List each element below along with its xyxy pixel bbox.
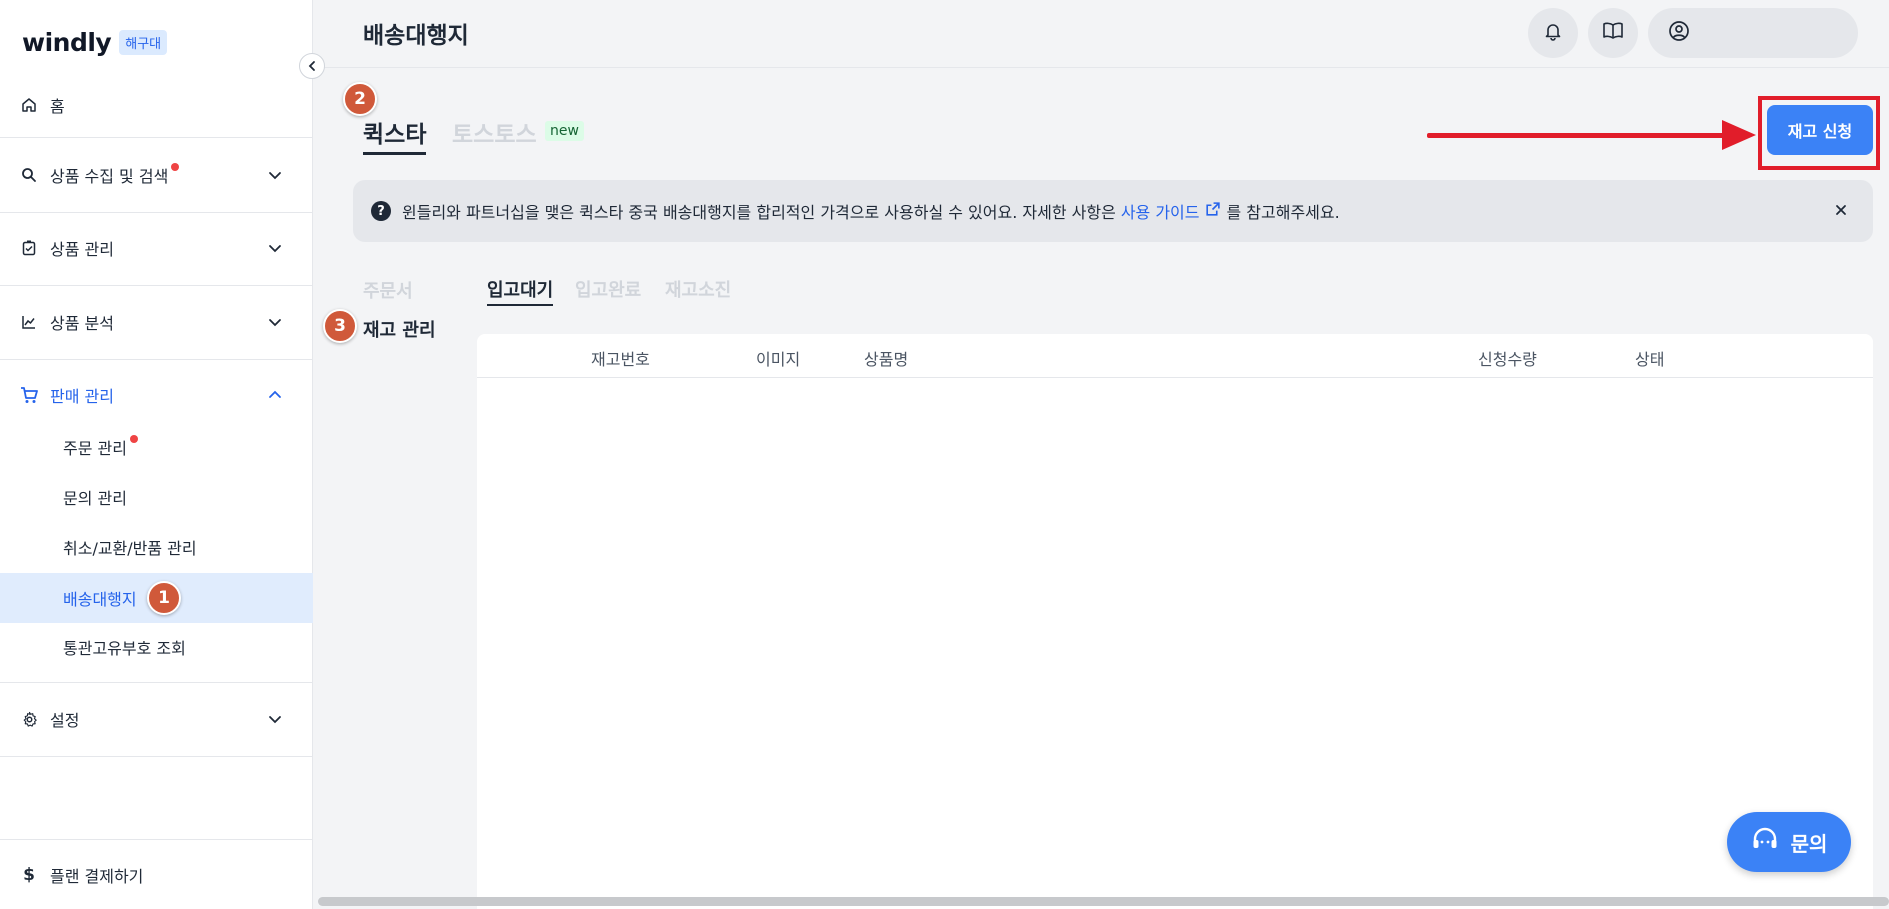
close-icon bbox=[1835, 201, 1847, 220]
chart-line-icon bbox=[20, 313, 38, 331]
divider bbox=[0, 137, 313, 138]
divider bbox=[0, 839, 313, 840]
column-header: 재고번호 bbox=[591, 350, 650, 369]
sidebar-item-product-analysis[interactable]: 상품 분석 bbox=[0, 307, 313, 337]
external-link-icon bbox=[1204, 201, 1221, 222]
column-header: 신청수량 bbox=[1478, 350, 1537, 369]
guide-button[interactable] bbox=[1588, 8, 1638, 58]
annotation-arrow bbox=[1427, 133, 1731, 138]
sidebar-item-home[interactable]: 홈 bbox=[0, 90, 313, 120]
sidebar-subitem-returns[interactable]: 취소/교환/반품 관리 bbox=[0, 532, 313, 562]
sidebar-subitem-label: 주문 관리 bbox=[63, 439, 127, 458]
divider bbox=[0, 212, 313, 213]
notification-dot bbox=[129, 435, 138, 443]
banner-suffix: 를 참고해주세요. bbox=[1226, 203, 1340, 222]
sidebar-item-search[interactable]: 상품 수집 및 검색 bbox=[0, 160, 313, 190]
logo[interactable]: windly 해구대 bbox=[22, 28, 168, 57]
sidebar-subitem-label: 배송대행지 bbox=[63, 590, 137, 609]
sidebar-item-label: 상품 관리 bbox=[50, 240, 114, 259]
table-header: 재고번호 이미지 상품명 신청수량 상태 bbox=[477, 334, 1873, 378]
column-header: 상태 bbox=[1635, 350, 1665, 369]
headset-icon bbox=[1751, 827, 1779, 858]
dollar-icon: $ bbox=[23, 865, 35, 885]
sidebar-item-settings[interactable]: 설정 bbox=[0, 704, 313, 734]
tab-tostos[interactable]: 토스토스 bbox=[452, 115, 537, 149]
annotation-arrow-head bbox=[1722, 120, 1756, 150]
subnav-stock-mgmt[interactable]: 재고 관리 bbox=[363, 316, 436, 342]
sidebar-subitem-inquiries[interactable]: 문의 관리 bbox=[0, 482, 313, 512]
guide-link-text: 사용 가이드 bbox=[1120, 203, 1200, 222]
chevron-down-icon bbox=[267, 167, 283, 183]
sidebar-item-sales-mgmt[interactable]: 판매 관리 bbox=[0, 380, 313, 410]
fab-label: 문의 bbox=[1790, 831, 1828, 856]
chevron-up-icon bbox=[267, 387, 283, 403]
page-title: 배송대행지 bbox=[363, 23, 469, 49]
step-marker-2: 2 bbox=[343, 82, 377, 116]
divider bbox=[0, 359, 313, 360]
sidebar-subitem-orders[interactable]: 주문 관리 bbox=[0, 432, 313, 462]
stock-table: 재고번호 이미지 상품명 신청수량 상태 bbox=[477, 334, 1873, 909]
cart-icon bbox=[20, 386, 38, 404]
tab-stock-received[interactable]: 입고완료 bbox=[575, 276, 641, 302]
logo-badge: 해구대 bbox=[119, 30, 168, 55]
gear-icon bbox=[20, 710, 38, 728]
sidebar: windly 해구대 홈 상품 수집 및 검색 상품 관리 상품 분석 판매 관… bbox=[0, 0, 313, 909]
question-icon: ? bbox=[371, 201, 391, 221]
chevron-down-icon bbox=[267, 711, 283, 727]
chevron-down-icon bbox=[267, 240, 283, 256]
sidebar-item-label: 플랜 결제하기 bbox=[50, 867, 144, 886]
sidebar-item-product-mgmt[interactable]: 상품 관리 bbox=[0, 233, 313, 263]
horizontal-scrollbar[interactable] bbox=[318, 897, 1889, 906]
annotation-highlight-box: 재고 신청 bbox=[1758, 96, 1880, 170]
inquiry-fab-button[interactable]: 문의 bbox=[1727, 812, 1851, 872]
sidebar-subitem-label: 문의 관리 bbox=[63, 489, 127, 508]
tab-stock-depleted[interactable]: 재고소진 bbox=[665, 276, 731, 302]
book-open-icon bbox=[1602, 21, 1624, 45]
divider bbox=[0, 756, 313, 757]
chevron-down-icon bbox=[267, 314, 283, 330]
tab-quickstar[interactable]: 퀵스타 bbox=[363, 115, 427, 155]
sidebar-subitem-label: 취소/교환/반품 관리 bbox=[63, 539, 197, 558]
stock-request-button[interactable]: 재고 신청 bbox=[1767, 105, 1873, 155]
home-icon bbox=[20, 96, 38, 114]
step-marker-3: 3 bbox=[323, 309, 357, 343]
divider bbox=[0, 682, 313, 683]
banner-text: 윈들리와 파트너십을 맺은 퀵스타 중국 배송대행지를 합리적인 가격으로 사용… bbox=[402, 203, 1116, 222]
collapse-sidebar-button[interactable] bbox=[299, 53, 325, 79]
sidebar-item-plan[interactable]: $ 플랜 결제하기 bbox=[0, 860, 313, 890]
user-circle-icon bbox=[1668, 20, 1690, 46]
notification-dot bbox=[171, 163, 180, 171]
sidebar-item-label: 상품 수집 및 검색 bbox=[50, 167, 169, 186]
divider bbox=[0, 285, 313, 286]
column-header: 상품명 bbox=[864, 350, 909, 369]
tab-awaiting-stock[interactable]: 입고대기 bbox=[487, 276, 554, 306]
sidebar-subitem-customs[interactable]: 통관고유부호 조회 bbox=[0, 632, 313, 662]
chevron-left-icon bbox=[306, 57, 318, 76]
header: 배송대행지 bbox=[314, 0, 1889, 68]
info-banner: ? 윈들리와 파트너십을 맺은 퀵스타 중국 배송대행지를 합리적인 가격으로 … bbox=[353, 180, 1873, 242]
sidebar-subitem-label: 통관고유부호 조회 bbox=[63, 639, 186, 658]
guide-link[interactable]: 사용 가이드 bbox=[1121, 199, 1221, 223]
profile-button[interactable] bbox=[1648, 8, 1858, 58]
column-header: 이미지 bbox=[756, 350, 801, 369]
step-marker-1: 1 bbox=[147, 581, 181, 615]
sidebar-item-label: 판매 관리 bbox=[50, 387, 114, 406]
new-badge: new bbox=[545, 121, 584, 141]
clipboard-check-icon bbox=[20, 239, 38, 257]
notification-button[interactable] bbox=[1528, 8, 1578, 58]
sidebar-item-label: 설정 bbox=[50, 711, 80, 730]
search-icon bbox=[20, 166, 38, 184]
subnav-order-form[interactable]: 주문서 bbox=[363, 277, 413, 303]
sidebar-item-label: 상품 분석 bbox=[50, 314, 114, 333]
close-banner-button[interactable] bbox=[1831, 200, 1851, 220]
bell-icon bbox=[1543, 21, 1563, 45]
logo-text: windly bbox=[22, 28, 112, 57]
sidebar-item-label: 홈 bbox=[50, 97, 65, 116]
